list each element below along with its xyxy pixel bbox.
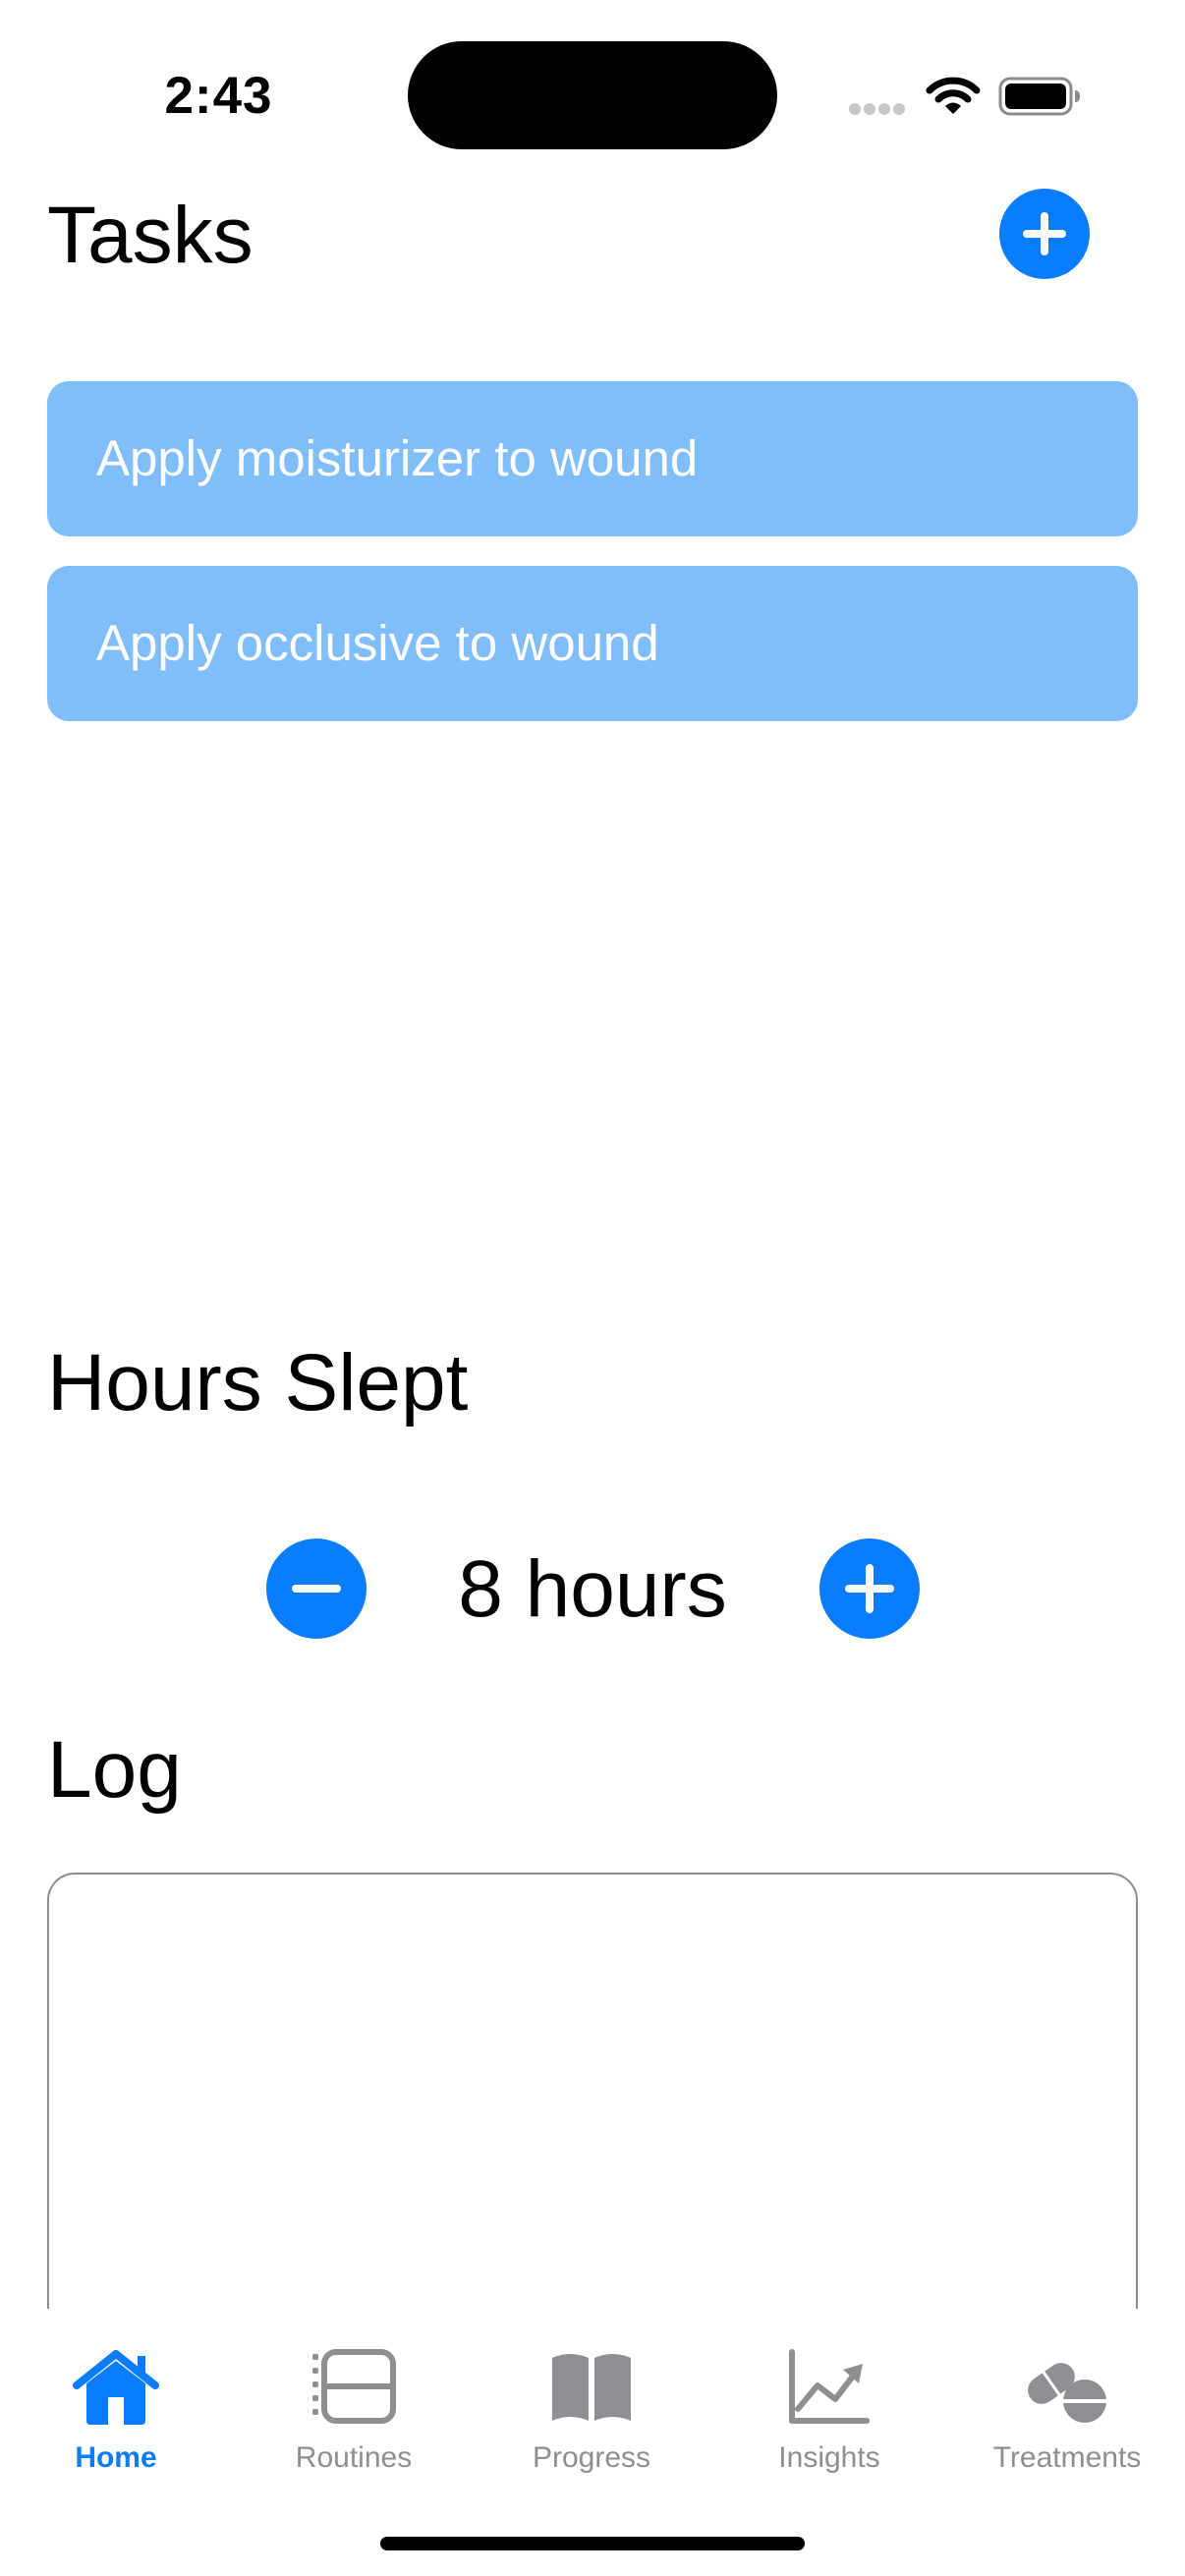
tab-label: Routines bbox=[295, 2441, 413, 2474]
task-label: Apply moisturizer to wound bbox=[96, 430, 699, 486]
tab-treatments[interactable]: Treatments bbox=[959, 2336, 1175, 2484]
log-title: Log bbox=[47, 1725, 182, 1815]
hours-value: 8 hours bbox=[458, 1544, 727, 1634]
decrease-hours-button[interactable] bbox=[266, 1539, 367, 1639]
increase-hours-button[interactable] bbox=[819, 1539, 920, 1639]
battery-icon bbox=[998, 77, 1080, 116]
tab-home[interactable]: Home bbox=[8, 2336, 224, 2484]
signal-dots-icon bbox=[849, 103, 905, 115]
minus-icon bbox=[292, 1585, 341, 1593]
house-icon bbox=[73, 2350, 159, 2425]
tab-label: Treatments bbox=[992, 2441, 1142, 2474]
tasks-title: Tasks bbox=[47, 191, 254, 280]
tab-progress[interactable]: Progress bbox=[483, 2336, 700, 2484]
plus-icon bbox=[845, 1564, 894, 1613]
tab-label: Progress bbox=[532, 2441, 651, 2474]
dynamic-island bbox=[408, 41, 777, 149]
hours-slept-title: Hours Slept bbox=[47, 1338, 469, 1428]
task-label: Apply occlusive to wound bbox=[96, 615, 659, 671]
chart-icon bbox=[789, 2349, 870, 2424]
status-time: 2:43 bbox=[164, 67, 273, 125]
task-card[interactable]: Apply occlusive to wound bbox=[47, 566, 1138, 721]
tab-label: Insights bbox=[778, 2441, 880, 2474]
wifi-icon bbox=[926, 77, 981, 114]
pills-icon bbox=[1028, 2363, 1106, 2423]
home-indicator bbox=[380, 2537, 805, 2550]
tab-label: Home bbox=[75, 2441, 157, 2474]
tab-insights[interactable]: Insights bbox=[721, 2336, 937, 2484]
task-card[interactable]: Apply moisturizer to wound bbox=[47, 381, 1138, 536]
list-icon bbox=[312, 2349, 396, 2424]
tab-routines[interactable]: Routines bbox=[246, 2336, 462, 2484]
add-task-button[interactable] bbox=[999, 189, 1090, 279]
book-icon bbox=[552, 2354, 631, 2421]
log-text-area[interactable] bbox=[47, 1873, 1138, 2324]
plus-icon bbox=[1023, 212, 1066, 255]
